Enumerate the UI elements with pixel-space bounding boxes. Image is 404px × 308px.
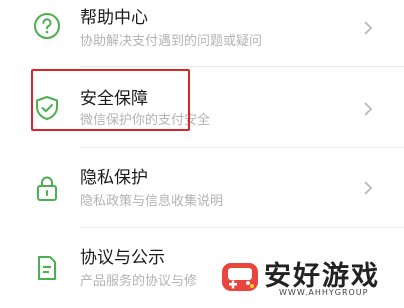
- chevron-right-icon: [364, 21, 373, 35]
- watermark-url: WWW.AHHYGROUP: [279, 288, 369, 297]
- lock-icon: [37, 176, 57, 201]
- agreements-subtitle: 产品服务的协议与修: [80, 274, 198, 289]
- privacy-subtitle: 隐私政策与信息收集说明: [80, 194, 224, 209]
- document-icon: [38, 256, 56, 280]
- gamepad-logo-icon: [222, 263, 258, 291]
- help-circle-icon: [34, 13, 60, 39]
- highlight-box: [31, 69, 190, 131]
- watermark: 安好游戏 WWW.AHHYGROUP: [214, 248, 404, 306]
- help-center-title: 帮助中心: [80, 8, 148, 28]
- list-item-privacy[interactable]: 隐私保护 隐私政策与信息收集说明: [0, 148, 404, 228]
- help-center-subtitle: 协助解决支付遇到的问题或疑问: [80, 34, 263, 49]
- list-item-help-center[interactable]: 帮助中心 协助解决支付遇到的问题或疑问: [0, 0, 404, 66]
- chevron-right-icon: [364, 102, 373, 116]
- chevron-right-icon: [364, 181, 373, 195]
- privacy-title: 隐私保护: [80, 168, 148, 188]
- agreements-title: 协议与公示: [80, 248, 165, 268]
